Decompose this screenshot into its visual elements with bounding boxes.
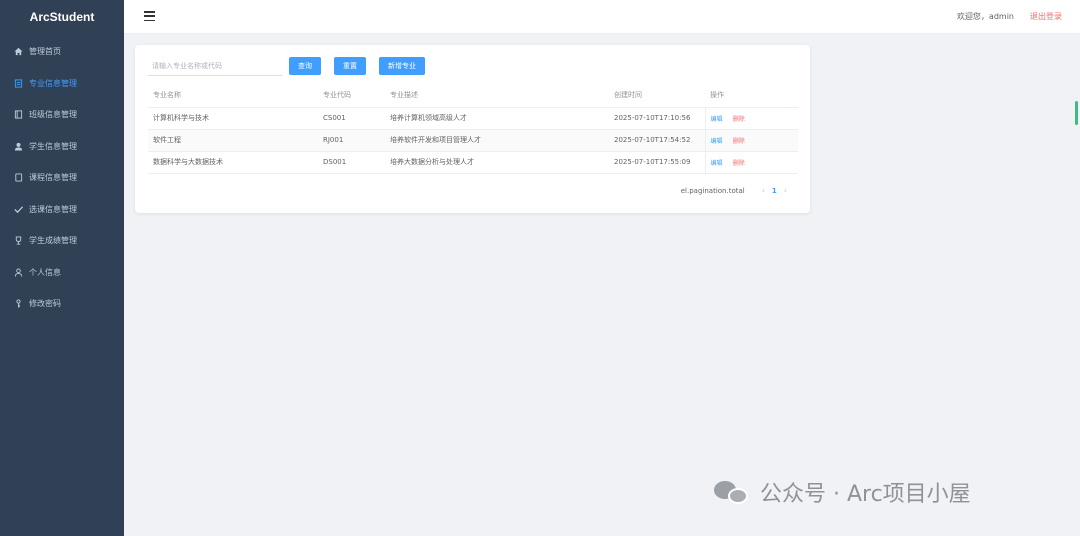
- cell-name: 软件工程: [148, 129, 318, 152]
- table-row: 数据科学与大数据技术 DS001 培养大数据分析与处理人才 2025-07-10…: [148, 151, 798, 174]
- delete-link[interactable]: 删除: [733, 160, 745, 167]
- sidebar-item-label: 管理首页: [29, 47, 61, 57]
- sidebar-item-courses[interactable]: 课程信息管理: [0, 162, 124, 194]
- cell-code: DS001: [318, 151, 385, 174]
- sidebar-item-majors[interactable]: 专业信息管理: [0, 68, 124, 100]
- search-button[interactable]: 查询: [289, 57, 321, 75]
- search-toolbar: 查询 重置 新增专业: [148, 56, 425, 76]
- menu-toggle-icon[interactable]: [144, 11, 155, 21]
- pagination: el.pagination.total ‹ 1 ›: [681, 186, 794, 195]
- notebook-icon: [13, 173, 23, 183]
- sidebar-item-label: 修改密码: [29, 299, 61, 309]
- wechat-logo-icon: [712, 477, 752, 507]
- sidebar-item-password[interactable]: 修改密码: [0, 288, 124, 320]
- sidebar-item-classes[interactable]: 班级信息管理: [0, 99, 124, 131]
- sidebar-item-profile[interactable]: 个人信息: [0, 257, 124, 289]
- sidebar-item-label: 班级信息管理: [29, 110, 77, 120]
- sidebar-item-label: 学生信息管理: [29, 141, 77, 151]
- sidebar-item-grades[interactable]: 学生成绩管理: [0, 225, 124, 257]
- reset-button[interactable]: 重置: [334, 57, 366, 75]
- trophy-icon: [13, 236, 23, 246]
- cell-created: 2025-07-10T17:55:09: [609, 151, 706, 174]
- column-header-code: 专业代码: [318, 84, 385, 108]
- cell-desc: 培养大数据分析与处理人才: [385, 151, 609, 174]
- cell-created: 2025-07-10T17:10:56: [609, 107, 706, 130]
- column-header-created: 创建时间: [609, 84, 705, 108]
- cell-desc: 培养计算机领域高级人才: [385, 107, 609, 130]
- column-header-actions: 操作: [705, 84, 798, 108]
- sidebar-item-label: 课程信息管理: [29, 173, 77, 183]
- sidebar-item-label: 个人信息: [29, 267, 61, 277]
- sidebar-item-selections[interactable]: 选课信息管理: [0, 194, 124, 226]
- major-list-card: 查询 重置 新增专业 专业名称 专业代码 专业描述 创建时间 操作 计算机科学与…: [135, 45, 810, 213]
- app-logo: ArcStudent: [29, 10, 95, 24]
- key-icon: [13, 299, 23, 309]
- pagination-total: el.pagination.total: [680, 186, 745, 195]
- cell-name: 数据科学与大数据技术: [148, 151, 318, 174]
- chevron-left-icon[interactable]: ‹: [762, 186, 765, 195]
- chevron-right-icon[interactable]: ›: [784, 186, 787, 195]
- sidebar: ArcStudent 管理首页 专业信息管理 班级信息管理 学生信息管理 课程信…: [0, 0, 124, 536]
- top-header: 欢迎您，admin 退出登录: [124, 0, 1080, 34]
- delete-link[interactable]: 删除: [733, 116, 745, 123]
- edit-link[interactable]: 编辑: [711, 160, 723, 167]
- cell-desc: 培养软件开发和项目管理人才: [385, 129, 609, 152]
- watermark-text: 公众号 · Arc项目小屋: [760, 482, 971, 507]
- table-row: 软件工程 RJ001 培养软件开发和项目管理人才 2025-07-10T17:5…: [148, 129, 798, 152]
- cell-name: 计算机科学与技术: [148, 107, 318, 130]
- add-major-button[interactable]: 新增专业: [379, 57, 425, 75]
- check-icon: [13, 204, 23, 214]
- delete-link[interactable]: 删除: [733, 138, 745, 145]
- major-table: 专业名称 专业代码 专业描述 创建时间 操作 计算机科学与技术 CS001 培养…: [148, 84, 798, 174]
- column-header-desc: 专业描述: [385, 84, 609, 108]
- person-icon: [13, 267, 23, 277]
- cell-created: 2025-07-10T17:54:52: [609, 129, 706, 152]
- edit-link[interactable]: 编辑: [711, 138, 723, 145]
- user-icon: [13, 141, 23, 151]
- column-header-name: 专业名称: [148, 84, 318, 108]
- sidebar-menu: 管理首页 专业信息管理 班级信息管理 学生信息管理 课程信息管理 选课信息管理 …: [0, 36, 124, 320]
- book-icon: [13, 110, 23, 120]
- sidebar-item-label: 专业信息管理: [29, 78, 77, 88]
- sidebar-item-label: 选课信息管理: [29, 204, 77, 214]
- home-icon: [13, 47, 23, 57]
- sidebar-item-home[interactable]: 管理首页: [0, 36, 124, 68]
- cell-actions: 编辑 删除: [705, 129, 798, 152]
- watermark: 公众号 · Arc项目小屋: [712, 476, 971, 508]
- document-icon: [13, 78, 23, 88]
- cell-code: RJ001: [318, 129, 385, 152]
- table-header-row: 专业名称 专业代码 专业描述 创建时间 操作: [148, 84, 798, 108]
- scroll-indicator: [1075, 101, 1078, 125]
- sidebar-item-label: 学生成绩管理: [29, 236, 77, 246]
- pagination-current-page[interactable]: 1: [772, 187, 777, 195]
- cell-actions: 编辑 删除: [705, 107, 798, 130]
- table-row: 计算机科学与技术 CS001 培养计算机领域高级人才 2025-07-10T17…: [148, 107, 798, 130]
- logout-link[interactable]: 退出登录: [1030, 11, 1062, 22]
- edit-link[interactable]: 编辑: [711, 116, 723, 123]
- cell-actions: 编辑 删除: [705, 151, 798, 174]
- welcome-text: 欢迎您，admin: [956, 12, 1014, 21]
- search-input[interactable]: [148, 56, 282, 76]
- cell-code: CS001: [318, 107, 385, 130]
- sidebar-item-students[interactable]: 学生信息管理: [0, 131, 124, 163]
